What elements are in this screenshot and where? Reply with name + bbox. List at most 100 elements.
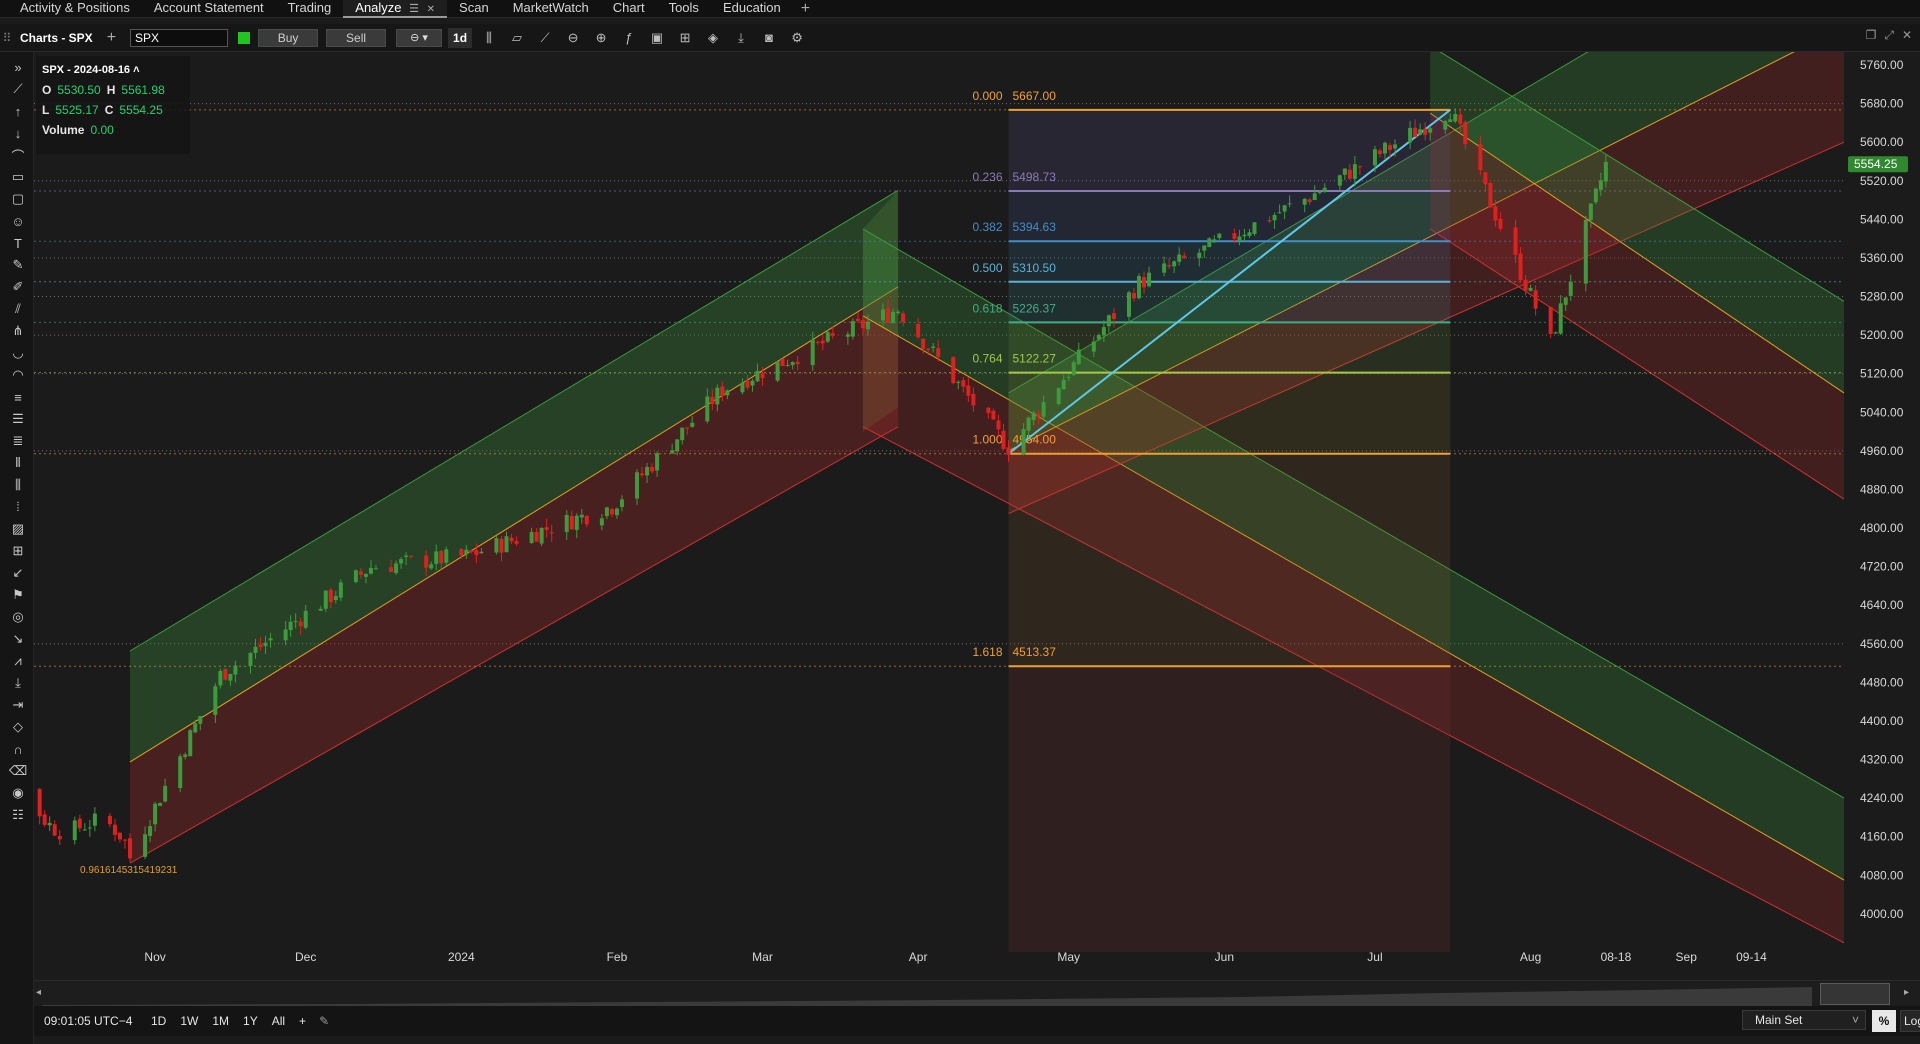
zoom-in-icon[interactable]: ⊕ bbox=[590, 28, 612, 48]
emoji-icon[interactable]: ☺ bbox=[9, 212, 27, 230]
link-group-dropdown[interactable]: ⊖ ▾ bbox=[396, 28, 443, 47]
layers-icon[interactable]: ◈ bbox=[702, 28, 724, 48]
ohlc-title[interactable]: SPX - 2024-08-16 ˄ bbox=[42, 64, 140, 76]
candle-body bbox=[1162, 263, 1167, 273]
navigator-right-icon[interactable]: ▸ bbox=[1904, 987, 1909, 998]
navigator-left-icon[interactable]: ◂ bbox=[36, 987, 41, 998]
fib-price-label: 4513.37 bbox=[1013, 645, 1057, 659]
trendline-icon[interactable]: ⟋ bbox=[9, 80, 27, 98]
main-set-dropdown[interactable]: Main Set ˅ bbox=[1742, 1010, 1866, 1030]
grid-layout-icon[interactable]: ⊞ bbox=[674, 28, 696, 48]
expand-icon[interactable]: ⤢ bbox=[1884, 28, 1894, 43]
fib-extension-icon[interactable]: ☰ bbox=[9, 410, 27, 428]
chevron-down-icon: ˅ bbox=[1851, 1013, 1859, 1027]
range-1w[interactable]: 1W bbox=[173, 1014, 205, 1028]
add-chart-icon[interactable]: + bbox=[99, 29, 124, 47]
curve-icon[interactable]: ◡ bbox=[9, 344, 27, 362]
magnet-icon[interactable]: ∩ bbox=[9, 740, 27, 758]
grip-icon[interactable]: ⠿ bbox=[0, 31, 14, 45]
symbol-input[interactable] bbox=[130, 28, 229, 47]
gann-box-icon[interactable]: ⊞ bbox=[9, 542, 27, 560]
studies-icon[interactable]: ⟋ bbox=[534, 28, 556, 48]
chart-area[interactable]: 0.000 5667.00 0.236 5498.73 0.382 5394.63 0.50… bbox=[34, 52, 1920, 992]
nav-account-statement[interactable]: Account Statement bbox=[142, 0, 276, 18]
nav-trading[interactable]: Trading bbox=[276, 0, 344, 18]
stack-icon[interactable]: ☷ bbox=[9, 806, 27, 824]
pitchfork-icon[interactable]: ⋔ bbox=[9, 322, 27, 340]
drawing-icon[interactable]: ▱ bbox=[506, 28, 528, 48]
nav-chart[interactable]: Chart bbox=[601, 0, 657, 18]
brush-icon[interactable]: ✎ bbox=[9, 256, 27, 274]
camera-icon[interactable]: ◙ bbox=[758, 28, 780, 48]
navigator-thumb[interactable] bbox=[1820, 983, 1890, 1005]
range-1d[interactable]: 1D bbox=[144, 1014, 173, 1028]
cycle-lines-icon[interactable]: ⫼ bbox=[9, 476, 27, 494]
download-icon[interactable]: ⤓ bbox=[730, 28, 752, 48]
arc-down-icon[interactable]: ◠ bbox=[9, 366, 27, 384]
formula-icon[interactable]: ƒ bbox=[618, 28, 640, 48]
range-1m[interactable]: 1M bbox=[205, 1014, 236, 1028]
candle-body bbox=[1076, 349, 1081, 365]
fib-fan-icon[interactable]: ≣ bbox=[9, 432, 27, 450]
range-1y[interactable]: 1Y bbox=[236, 1014, 265, 1028]
arc-icon[interactable]: ⌒ bbox=[9, 146, 27, 164]
flag-icon[interactable]: ⚑ bbox=[9, 586, 27, 604]
aggregation-button[interactable]: 1d bbox=[448, 27, 473, 48]
comment-icon[interactable]: ▢ bbox=[9, 190, 27, 208]
arrow-up-icon[interactable]: ↑ bbox=[9, 102, 27, 120]
log-scale-toggle[interactable]: Log bbox=[1900, 1010, 1920, 1032]
horizontal-measure-icon[interactable]: ⇥ bbox=[9, 696, 27, 714]
callout-icon[interactable]: ▭ bbox=[9, 168, 27, 186]
candle-body bbox=[850, 321, 855, 337]
time-zones-icon[interactable]: ⦀ bbox=[9, 454, 27, 472]
nav-scan[interactable]: Scan bbox=[447, 0, 501, 18]
nav-education[interactable]: Education bbox=[711, 0, 793, 18]
restore-icon[interactable]: ❐ bbox=[1866, 28, 1877, 43]
zoom-out-icon[interactable]: ⊖ bbox=[562, 28, 584, 48]
chart-style-icon[interactable]: ⫼ bbox=[478, 28, 500, 48]
chart-tab-title[interactable]: Charts - SPX bbox=[14, 31, 99, 45]
measure-down-icon[interactable]: ↘ bbox=[9, 630, 27, 648]
eraser-icon[interactable]: ⌫ bbox=[9, 762, 27, 780]
window-close-icon[interactable]: ✕ bbox=[1902, 28, 1912, 43]
candle-body bbox=[896, 311, 901, 314]
fib-retracement-icon[interactable]: ≡ bbox=[9, 388, 27, 406]
fib-time-icon[interactable]: ⦙ bbox=[9, 498, 27, 516]
sell-button[interactable]: Sell bbox=[326, 28, 387, 47]
spiral-icon[interactable]: ◎ bbox=[9, 608, 27, 626]
vertical-measure-icon[interactable]: ⤓ bbox=[9, 674, 27, 692]
nav-marketwatch[interactable]: MarketWatch bbox=[501, 0, 601, 18]
candle-body bbox=[1357, 166, 1362, 168]
menu-icon[interactable]: ☰ bbox=[409, 3, 419, 15]
rectangle-icon[interactable]: ▨ bbox=[9, 520, 27, 538]
picture-icon[interactable]: ▣ bbox=[646, 28, 668, 48]
add-tab-icon[interactable]: + bbox=[793, 0, 818, 17]
zigzag-icon[interactable]: ⩘ bbox=[9, 652, 27, 670]
expand-tools-icon[interactable]: » bbox=[9, 58, 27, 76]
nav-analyze[interactable]: Analyze ☰ ✕ bbox=[343, 0, 448, 18]
candle-body bbox=[47, 822, 52, 826]
ray-icon[interactable]: ↙ bbox=[9, 564, 27, 582]
percent-toggle[interactable]: % bbox=[1872, 1010, 1896, 1032]
time-tick-label: Jun bbox=[1215, 950, 1234, 964]
candle-body bbox=[1031, 412, 1036, 421]
chart-navigator[interactable]: ◂ ▸ bbox=[34, 980, 1920, 1007]
settings-icon[interactable]: ⚙ bbox=[786, 28, 808, 48]
add-range-icon[interactable]: + bbox=[292, 1014, 313, 1028]
price-chart[interactable]: 0.000 5667.00 0.236 5498.73 0.382 5394.63 0.50… bbox=[34, 52, 1920, 980]
candle-body bbox=[564, 515, 569, 533]
arrow-down-icon[interactable]: ↓ bbox=[9, 124, 27, 142]
range-all[interactable]: All bbox=[265, 1014, 292, 1028]
parallel-lines-icon[interactable]: ⫽ bbox=[9, 300, 27, 318]
nav-tools[interactable]: Tools bbox=[657, 0, 711, 18]
fib-price-label: 5226.37 bbox=[1013, 301, 1057, 315]
text-icon[interactable]: T bbox=[9, 234, 27, 252]
pencil-icon[interactable]: ✐ bbox=[9, 278, 27, 296]
nav-activity-positions[interactable]: Activity & Positions bbox=[8, 0, 142, 18]
close-icon[interactable]: ✕ bbox=[427, 4, 435, 15]
diamond-icon[interactable]: ◇ bbox=[9, 718, 27, 736]
candle-body bbox=[1101, 327, 1106, 336]
buy-button[interactable]: Buy bbox=[258, 28, 319, 47]
visibility-icon[interactable]: ◉ bbox=[9, 784, 27, 802]
edit-pencil-icon[interactable]: ✎ bbox=[319, 1014, 329, 1028]
